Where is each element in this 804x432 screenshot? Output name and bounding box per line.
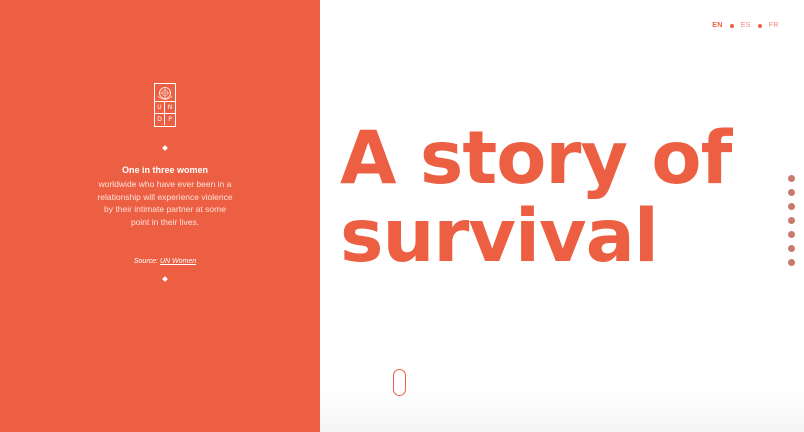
separator-dot-icon (729, 23, 734, 28)
section-nav-dot[interactable] (788, 217, 795, 224)
stat-highlight: One in three women (121, 165, 208, 175)
hero-title: A story of survival (340, 116, 732, 279)
lang-fr[interactable]: FR (769, 22, 779, 29)
intro-panel: U N D P One in three women worldwide who… (0, 0, 320, 432)
source-prefix: Source: (133, 258, 158, 265)
logo-letter: U (155, 101, 165, 113)
stat-description: worldwide who have ever been in a relati… (97, 179, 233, 227)
lang-es[interactable]: ES (741, 22, 751, 29)
bottom-fade (320, 392, 804, 432)
hero-title-line1: A story of (340, 116, 732, 201)
section-nav-dot[interactable] (788, 245, 795, 252)
separator-dot-icon (757, 23, 762, 28)
source-citation: Source: UN Women (100, 258, 230, 265)
logo-letters: U N D P (155, 101, 175, 125)
undp-logo[interactable]: U N D P (154, 83, 176, 127)
source-link[interactable]: UN Women (160, 258, 196, 265)
section-nav-dot[interactable] (788, 231, 795, 238)
logo-letter: P (165, 113, 175, 125)
divider-diamond-icon (162, 145, 168, 151)
lang-en[interactable]: EN (712, 22, 723, 29)
un-emblem-icon (157, 87, 173, 100)
language-switcher: EN ES FR (712, 22, 779, 29)
section-nav-dot[interactable] (788, 189, 795, 196)
section-nav (788, 175, 795, 273)
hero-title-line2: survival (340, 194, 659, 279)
divider-diamond-icon (162, 276, 168, 282)
logo-letter: N (165, 101, 175, 113)
section-nav-dot[interactable] (788, 259, 795, 266)
logo-letter: D (155, 113, 165, 125)
section-nav-dot[interactable] (788, 203, 795, 210)
section-nav-dot[interactable] (788, 175, 795, 182)
